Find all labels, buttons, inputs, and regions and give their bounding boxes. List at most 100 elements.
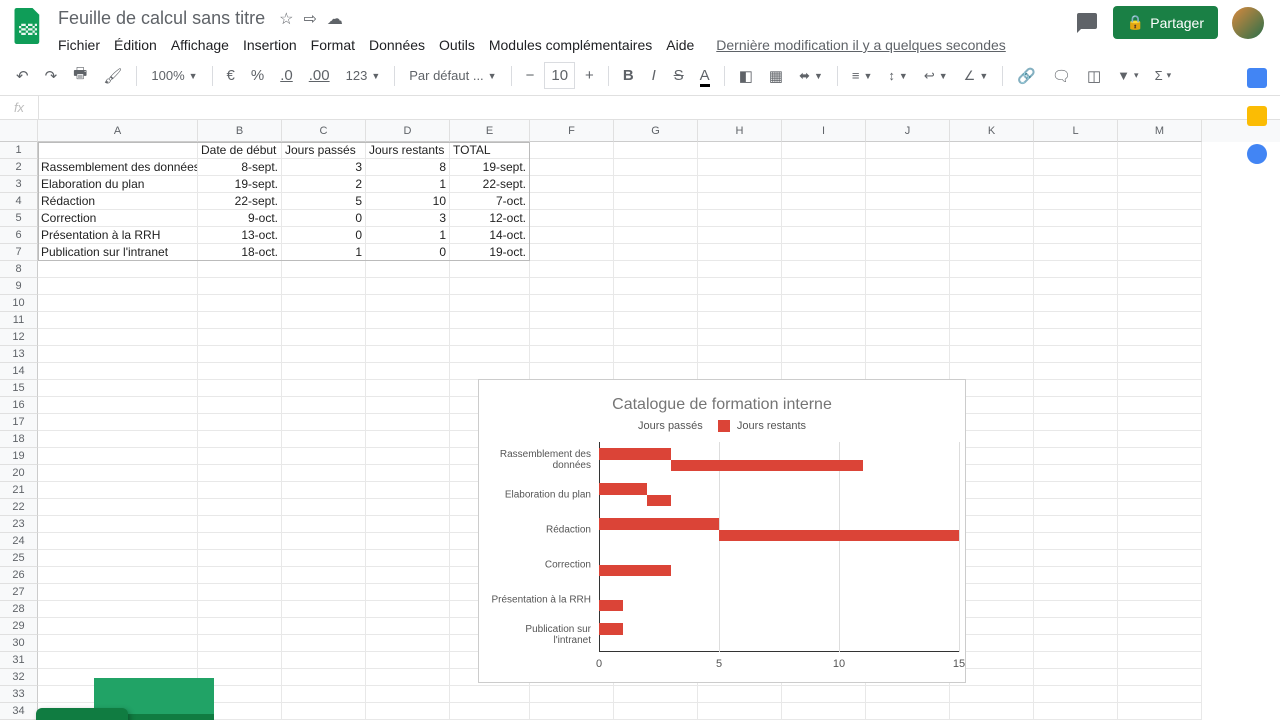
cell-J11[interactable] bbox=[866, 312, 950, 329]
cell-A8[interactable] bbox=[38, 261, 198, 278]
chart-icon[interactable]: ◫ bbox=[1081, 63, 1107, 89]
cell-L12[interactable] bbox=[1034, 329, 1118, 346]
row-header-20[interactable]: 20 bbox=[0, 465, 38, 482]
cell-G14[interactable] bbox=[614, 363, 698, 380]
cell-B15[interactable] bbox=[198, 380, 282, 397]
row-header-3[interactable]: 3 bbox=[0, 176, 38, 193]
cell-L7[interactable] bbox=[1034, 244, 1118, 261]
cell-H1[interactable] bbox=[698, 142, 782, 159]
cell-L21[interactable] bbox=[1034, 482, 1118, 499]
cell-H34[interactable] bbox=[698, 703, 782, 720]
cell-D32[interactable] bbox=[366, 669, 450, 686]
cell-B9[interactable] bbox=[198, 278, 282, 295]
tasks-icon[interactable] bbox=[1247, 144, 1267, 164]
cell-L25[interactable] bbox=[1034, 550, 1118, 567]
cell-M14[interactable] bbox=[1118, 363, 1202, 380]
cell-A14[interactable] bbox=[38, 363, 198, 380]
cell-K4[interactable] bbox=[950, 193, 1034, 210]
cell-A10[interactable] bbox=[38, 295, 198, 312]
cell-F9[interactable] bbox=[530, 278, 614, 295]
menu-données[interactable]: Données bbox=[363, 33, 431, 57]
row-header-34[interactable]: 34 bbox=[0, 703, 38, 720]
cell-G8[interactable] bbox=[614, 261, 698, 278]
cell-B10[interactable] bbox=[198, 295, 282, 312]
cell-G5[interactable] bbox=[614, 210, 698, 227]
cell-A4[interactable]: Rédaction bbox=[38, 193, 198, 210]
cell-G1[interactable] bbox=[614, 142, 698, 159]
cell-H2[interactable] bbox=[698, 159, 782, 176]
cell-L2[interactable] bbox=[1034, 159, 1118, 176]
cell-M15[interactable] bbox=[1118, 380, 1202, 397]
cell-D11[interactable] bbox=[366, 312, 450, 329]
cell-B25[interactable] bbox=[198, 550, 282, 567]
percent-button[interactable]: % bbox=[245, 63, 270, 88]
cell-L33[interactable] bbox=[1034, 686, 1118, 703]
col-header-C[interactable]: C bbox=[282, 120, 366, 142]
cell-F33[interactable] bbox=[530, 686, 614, 703]
cell-C34[interactable] bbox=[282, 703, 366, 720]
cell-I12[interactable] bbox=[782, 329, 866, 346]
cell-A3[interactable]: Elaboration du plan bbox=[38, 176, 198, 193]
cell-J3[interactable] bbox=[866, 176, 950, 193]
cell-F6[interactable] bbox=[530, 227, 614, 244]
cell-G7[interactable] bbox=[614, 244, 698, 261]
cell-L34[interactable] bbox=[1034, 703, 1118, 720]
italic-button[interactable]: I bbox=[644, 63, 664, 88]
row-header-4[interactable]: 4 bbox=[0, 193, 38, 210]
cell-D2[interactable]: 8 bbox=[366, 159, 450, 176]
calendar-icon[interactable] bbox=[1247, 68, 1267, 88]
cell-E7[interactable]: 19-oct. bbox=[450, 244, 530, 261]
cell-I9[interactable] bbox=[782, 278, 866, 295]
cell-L32[interactable] bbox=[1034, 669, 1118, 686]
cell-G11[interactable] bbox=[614, 312, 698, 329]
wrap-button[interactable]: ↩▼ bbox=[918, 66, 954, 86]
cell-M34[interactable] bbox=[1118, 703, 1202, 720]
cell-B24[interactable] bbox=[198, 533, 282, 550]
cell-A16[interactable] bbox=[38, 397, 198, 414]
cell-B5[interactable]: 9-oct. bbox=[198, 210, 282, 227]
cell-B6[interactable]: 13-oct. bbox=[198, 227, 282, 244]
app-logo[interactable] bbox=[8, 6, 48, 46]
cell-L16[interactable] bbox=[1034, 397, 1118, 414]
cell-A5[interactable]: Correction bbox=[38, 210, 198, 227]
cell-E34[interactable] bbox=[450, 703, 530, 720]
cell-I11[interactable] bbox=[782, 312, 866, 329]
cell-K12[interactable] bbox=[950, 329, 1034, 346]
cell-C16[interactable] bbox=[282, 397, 366, 414]
cell-C11[interactable] bbox=[282, 312, 366, 329]
cell-C26[interactable] bbox=[282, 567, 366, 584]
row-header-15[interactable]: 15 bbox=[0, 380, 38, 397]
cell-D23[interactable] bbox=[366, 516, 450, 533]
cell-J9[interactable] bbox=[866, 278, 950, 295]
menu-édition[interactable]: Édition bbox=[108, 33, 163, 57]
col-header-L[interactable]: L bbox=[1034, 120, 1118, 142]
select-all-corner[interactable] bbox=[0, 120, 38, 142]
cell-M32[interactable] bbox=[1118, 669, 1202, 686]
cell-B20[interactable] bbox=[198, 465, 282, 482]
cell-D14[interactable] bbox=[366, 363, 450, 380]
redo-icon[interactable]: ↷ bbox=[39, 63, 64, 89]
cell-F10[interactable] bbox=[530, 295, 614, 312]
menu-aide[interactable]: Aide bbox=[660, 33, 700, 57]
cell-M26[interactable] bbox=[1118, 567, 1202, 584]
cell-M20[interactable] bbox=[1118, 465, 1202, 482]
cell-C6[interactable]: 0 bbox=[282, 227, 366, 244]
cell-D33[interactable] bbox=[366, 686, 450, 703]
cell-L5[interactable] bbox=[1034, 210, 1118, 227]
cell-D13[interactable] bbox=[366, 346, 450, 363]
cell-E8[interactable] bbox=[450, 261, 530, 278]
cell-I5[interactable] bbox=[782, 210, 866, 227]
cell-F14[interactable] bbox=[530, 363, 614, 380]
comments-icon[interactable] bbox=[1075, 11, 1099, 35]
cell-M6[interactable] bbox=[1118, 227, 1202, 244]
cell-M9[interactable] bbox=[1118, 278, 1202, 295]
cell-M22[interactable] bbox=[1118, 499, 1202, 516]
cell-K13[interactable] bbox=[950, 346, 1034, 363]
cell-C21[interactable] bbox=[282, 482, 366, 499]
cell-I2[interactable] bbox=[782, 159, 866, 176]
cell-D26[interactable] bbox=[366, 567, 450, 584]
cell-A2[interactable]: Rassemblement des données bbox=[38, 159, 198, 176]
merge-button[interactable]: ⬌▼ bbox=[793, 66, 829, 86]
cell-C10[interactable] bbox=[282, 295, 366, 312]
cell-B8[interactable] bbox=[198, 261, 282, 278]
